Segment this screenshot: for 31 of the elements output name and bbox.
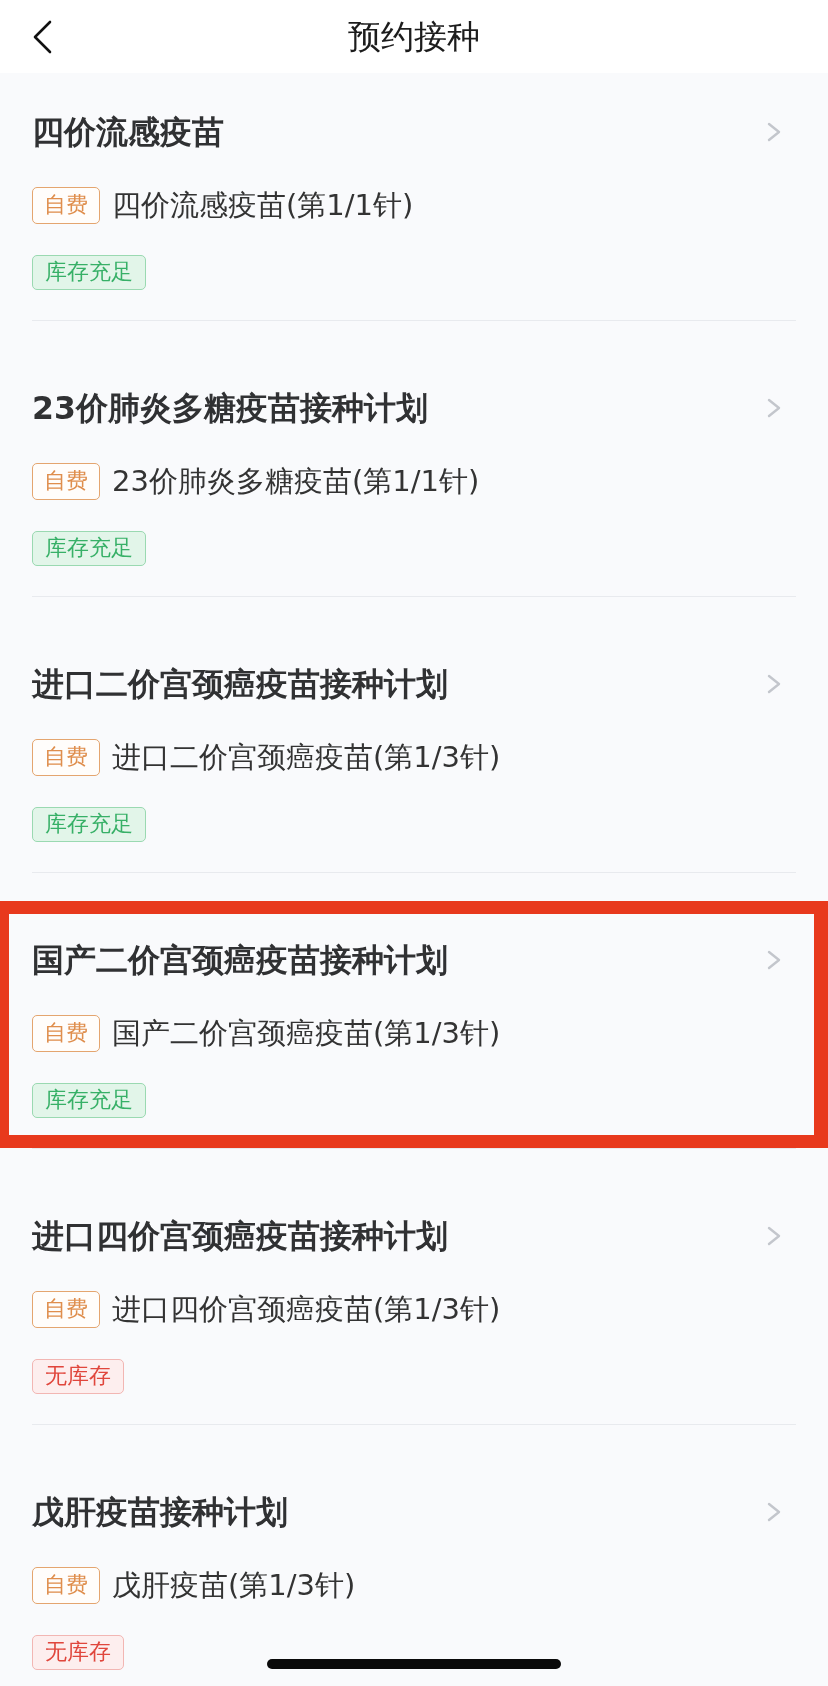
- stock-status-tag: 无库存: [32, 1359, 124, 1394]
- chevron-right-icon: [767, 398, 781, 418]
- dose-text: 23价肺炎多糖疫苗(第1/1针): [112, 463, 480, 500]
- fee-tag: 自费: [32, 1291, 100, 1328]
- page-title: 预约接种: [347, 15, 481, 58]
- chevron-right-icon: [767, 674, 781, 694]
- vaccine-plan-title[interactable]: 进口四价宫颈癌疫苗接种计划: [32, 1216, 448, 1256]
- chevron-right-icon: [767, 1502, 781, 1522]
- stock-status-tag: 库存充足: [32, 807, 146, 842]
- vaccine-plan-title[interactable]: 23价肺炎多糖疫苗接种计划: [32, 388, 428, 428]
- dose-text: 四价流感疫苗(第1/1针): [112, 187, 414, 224]
- fee-tag: 自费: [32, 463, 100, 500]
- fee-tag: 自费: [32, 739, 100, 776]
- vaccine-plan-title[interactable]: 进口二价宫颈癌疫苗接种计划: [32, 664, 448, 704]
- dose-text: 进口四价宫颈癌疫苗(第1/3针): [112, 1291, 501, 1328]
- stock-status-tag: 无库存: [32, 1635, 124, 1670]
- vaccine-plan-title[interactable]: 四价流感疫苗: [32, 112, 224, 152]
- stock-status-tag: 库存充足: [32, 531, 146, 566]
- dose-text: 戊肝疫苗(第1/3针): [112, 1567, 356, 1604]
- chevron-right-icon: [767, 950, 781, 970]
- chevron-right-icon: [767, 122, 781, 142]
- stock-status-tag: 库存充足: [32, 1083, 146, 1118]
- fee-tag: 自费: [32, 187, 100, 224]
- fee-tag: 自费: [32, 1015, 100, 1052]
- vaccine-plan-title[interactable]: 国产二价宫颈癌疫苗接种计划: [32, 940, 448, 980]
- stock-status-tag: 库存充足: [32, 255, 146, 290]
- dose-text: 国产二价宫颈癌疫苗(第1/3针): [112, 1015, 501, 1052]
- dose-text: 进口二价宫颈癌疫苗(第1/3针): [112, 739, 501, 776]
- fee-tag: 自费: [32, 1567, 100, 1604]
- vaccine-plan-title[interactable]: 戊肝疫苗接种计划: [32, 1492, 288, 1532]
- chevron-right-icon: [767, 1226, 781, 1246]
